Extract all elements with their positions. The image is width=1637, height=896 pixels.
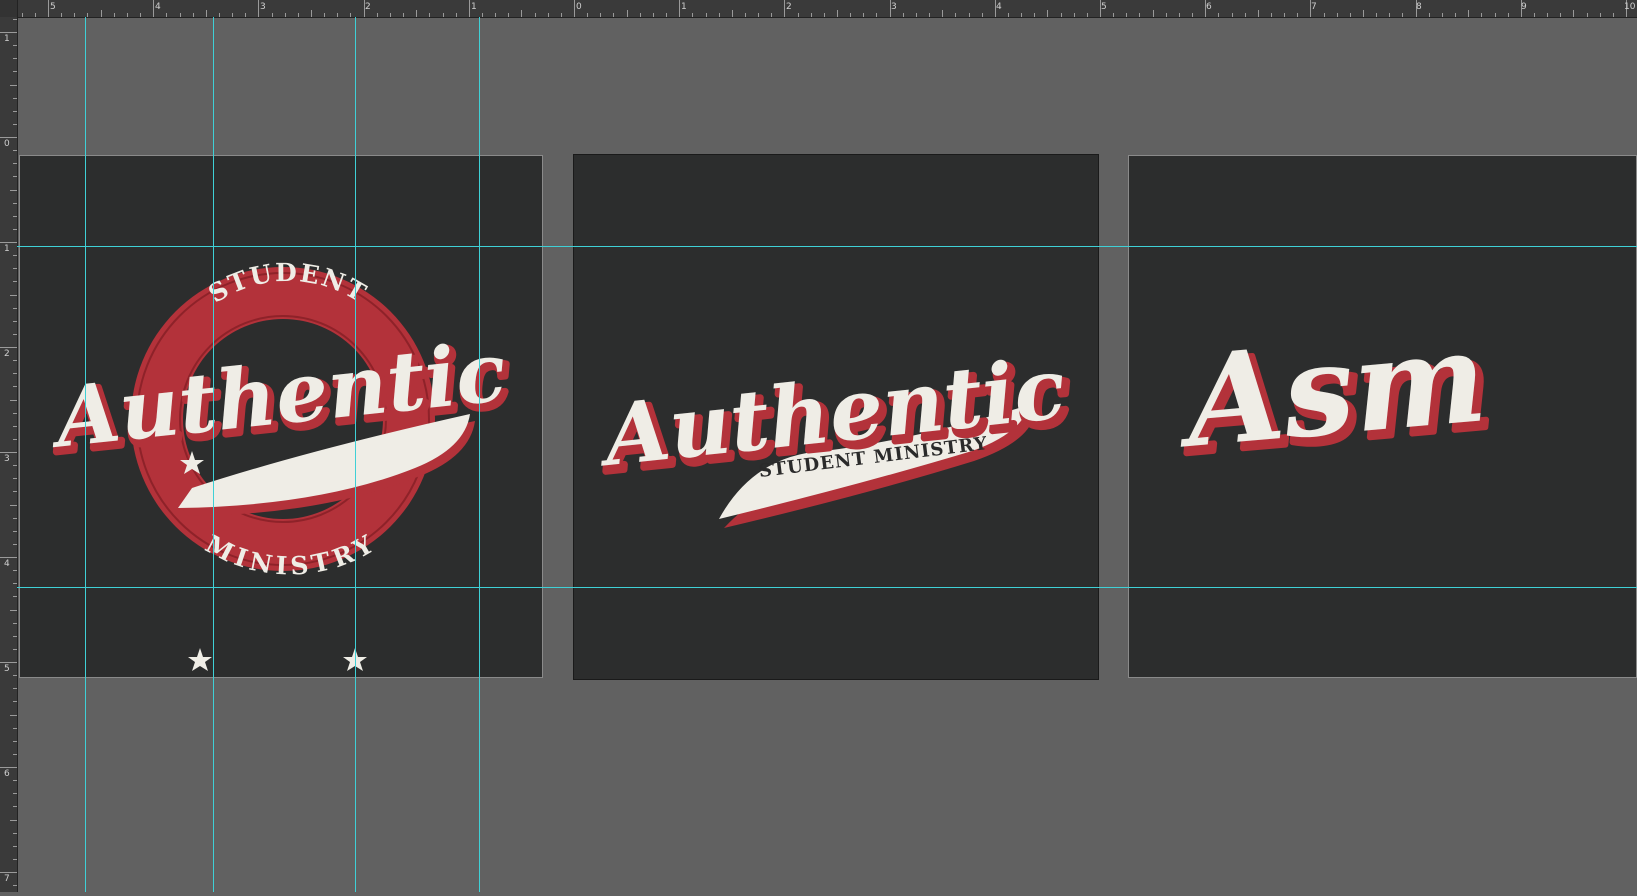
vertical-ruler-ticks bbox=[0, 19, 17, 886]
vertical-ruler[interactable]: 1 0 1 2 3 4 5 6 7 bbox=[0, 0, 18, 892]
ruler-label: 0 bbox=[576, 2, 582, 12]
horizontal-ruler-ticks bbox=[22, 0, 1627, 17]
ruler-label: 1 bbox=[4, 34, 10, 44]
ruler-label: 10 bbox=[1624, 2, 1636, 12]
artboard-script-swoosh[interactable]: STUDENT MINISTRY Authentic Authentic bbox=[573, 154, 1099, 680]
star-icon bbox=[343, 648, 367, 671]
ruler-label: 7 bbox=[1311, 2, 1317, 12]
ruler-label: 0 bbox=[4, 139, 10, 149]
ruler-label: 3 bbox=[891, 2, 897, 12]
ruler-label: 1 bbox=[471, 2, 477, 12]
monogram-logo: Asm Asm bbox=[1170, 304, 1500, 486]
ruler-label: 9 bbox=[1521, 2, 1527, 12]
ruler-label: 5 bbox=[4, 664, 10, 674]
ruler-label: 1 bbox=[681, 2, 687, 12]
ruler-label: 6 bbox=[1206, 2, 1212, 12]
ruler-origin[interactable] bbox=[0, 0, 17, 17]
star-icon bbox=[188, 648, 212, 671]
ruler-label: 5 bbox=[50, 2, 56, 12]
ruler-label: 2 bbox=[4, 349, 10, 359]
horizontal-ruler[interactable]: 5 4 3 2 1 0 1 2 3 4 5 6 7 8 9 10 bbox=[0, 0, 1637, 18]
ruler-label: 7 bbox=[4, 874, 10, 884]
ruler-label: 2 bbox=[365, 2, 371, 12]
ruler-label: 6 bbox=[4, 769, 10, 779]
ruler-label: 4 bbox=[4, 559, 10, 569]
ruler-label: 1 bbox=[4, 244, 10, 254]
ruler-label: 2 bbox=[786, 2, 792, 12]
round-badge-logo: STUDENT MINISTRY Authentic Authentic bbox=[44, 258, 517, 671]
ruler-label: 3 bbox=[4, 454, 10, 464]
ruler-label: 3 bbox=[260, 2, 266, 12]
ruler-label: 4 bbox=[996, 2, 1002, 12]
ruler-label: 8 bbox=[1416, 2, 1422, 12]
ruler-label: 5 bbox=[1101, 2, 1107, 12]
artboard-round-badge[interactable]: STUDENT MINISTRY Authentic Authentic bbox=[19, 155, 543, 678]
monogram-text: Asm bbox=[1170, 304, 1491, 476]
artboard-monogram[interactable]: Asm Asm bbox=[1128, 155, 1637, 678]
script-swoosh-logo: STUDENT MINISTRY Authentic Authentic bbox=[593, 338, 1078, 528]
ruler-label: 4 bbox=[155, 2, 161, 12]
